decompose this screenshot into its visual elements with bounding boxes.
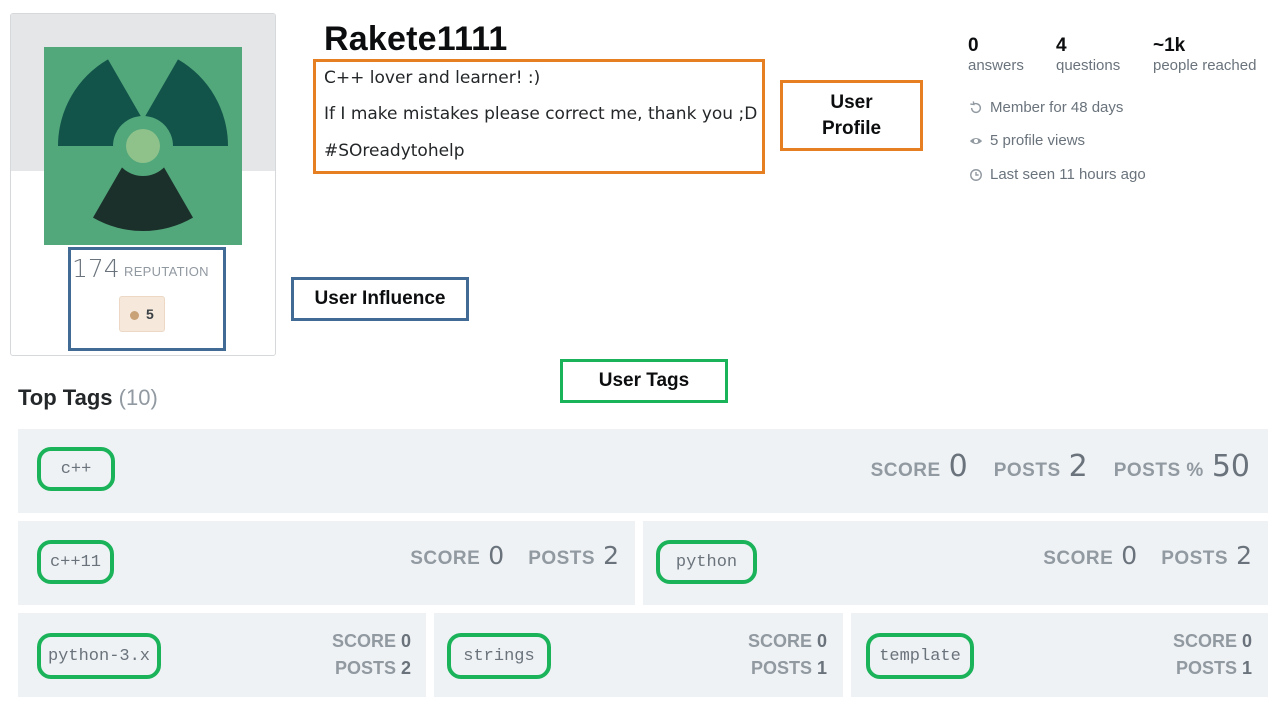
people-reached-label: people reached bbox=[1153, 57, 1257, 74]
score-value: 0 bbox=[1121, 541, 1138, 570]
top-tags-count: (10) bbox=[118, 385, 158, 410]
top-tags-title: Top Tags bbox=[18, 385, 113, 410]
last-seen-text: Last seen 11 hours ago bbox=[990, 166, 1146, 183]
tag-python-3x[interactable]: python-3.x bbox=[37, 633, 161, 679]
posts-value: 2 bbox=[1068, 449, 1088, 484]
score-label: SCORE bbox=[1043, 548, 1114, 569]
posts-percent-label: POSTS % bbox=[1113, 460, 1204, 481]
user-influence-annotation: User Influence bbox=[291, 277, 469, 321]
bronze-badge-count: 5 bbox=[146, 306, 154, 322]
clock-icon bbox=[968, 167, 984, 183]
posts-percent-value: 50 bbox=[1211, 449, 1250, 484]
tag-cpp[interactable]: c++ bbox=[37, 447, 115, 491]
tag-strings[interactable]: strings bbox=[447, 633, 551, 679]
profile-views: 5 profile views bbox=[968, 132, 1085, 149]
posts-label: POSTS bbox=[334, 658, 396, 678]
member-since-text: Member for 48 days bbox=[990, 99, 1124, 116]
tag-python[interactable]: python bbox=[656, 540, 757, 584]
member-since: Member for 48 days bbox=[968, 99, 1123, 116]
reputation-value: 174 bbox=[72, 254, 120, 283]
username: Rakete1111 bbox=[324, 20, 508, 58]
bronze-badge-icon bbox=[130, 311, 139, 320]
posts-label: POSTS bbox=[528, 548, 596, 569]
bio-line: If I make mistakes please correct me, th… bbox=[324, 104, 758, 124]
score-label: SCORE bbox=[331, 631, 396, 651]
avatar[interactable] bbox=[44, 47, 242, 245]
top-tags-heading: Top Tags (10) bbox=[18, 385, 158, 411]
score-label: SCORE bbox=[747, 631, 812, 651]
user-profile-annotation: User Profile bbox=[780, 80, 923, 151]
score-value: 0 bbox=[488, 541, 505, 570]
tag-cpp11[interactable]: c++11 bbox=[37, 540, 114, 584]
posts-value: 2 bbox=[603, 541, 619, 570]
reputation-label: REPUTATION bbox=[124, 264, 209, 279]
answers-label: answers bbox=[968, 57, 1024, 74]
score-label: SCORE bbox=[410, 548, 481, 569]
posts-label: POSTS bbox=[1161, 548, 1229, 569]
tag-template[interactable]: template bbox=[866, 633, 974, 679]
posts-label: POSTS bbox=[1175, 658, 1237, 678]
questions-label: questions bbox=[1056, 57, 1121, 74]
people-reached-count: ~1k bbox=[1153, 35, 1186, 56]
score-value: 0 bbox=[400, 631, 411, 651]
score-label: SCORE bbox=[870, 460, 941, 481]
score-label: SCORE bbox=[1172, 631, 1237, 651]
posts-label: POSTS bbox=[993, 460, 1061, 481]
posts-value: 2 bbox=[1236, 541, 1252, 570]
user-tags-annotation: User Tags bbox=[560, 359, 728, 403]
history-icon bbox=[968, 100, 984, 116]
radiation-avatar-icon bbox=[44, 47, 242, 245]
profile-views-text: 5 profile views bbox=[990, 132, 1086, 149]
bio-line: #SOreadytohelp bbox=[324, 141, 465, 161]
bio-line: C++ lover and learner! :) bbox=[324, 68, 541, 88]
tag-python3x-stats: SCORE 0 POSTS 2 bbox=[332, 628, 411, 682]
posts-value: 2 bbox=[400, 658, 411, 678]
bronze-badge[interactable]: 5 bbox=[119, 296, 165, 332]
score-value: 0 bbox=[948, 449, 968, 484]
posts-value: 1 bbox=[816, 658, 827, 678]
posts-value: 1 bbox=[1241, 658, 1252, 678]
answers-count: 0 bbox=[968, 35, 979, 56]
score-value: 0 bbox=[1241, 631, 1252, 651]
tag-python-stats: SCORE 0 POSTS 2 bbox=[1043, 541, 1252, 570]
tag-cpp-stats: SCORE 0 POSTS 2 POSTS % 50 bbox=[871, 449, 1250, 484]
score-value: 0 bbox=[816, 631, 827, 651]
tag-template-stats: SCORE 0 POSTS 1 bbox=[1173, 628, 1252, 682]
tag-cpp11-stats: SCORE 0 POSTS 2 bbox=[410, 541, 619, 570]
posts-label: POSTS bbox=[750, 658, 812, 678]
eye-icon bbox=[968, 133, 984, 149]
questions-count: 4 bbox=[1056, 35, 1067, 56]
tag-strings-stats: SCORE 0 POSTS 1 bbox=[748, 628, 827, 682]
last-seen: Last seen 11 hours ago bbox=[968, 166, 1146, 183]
